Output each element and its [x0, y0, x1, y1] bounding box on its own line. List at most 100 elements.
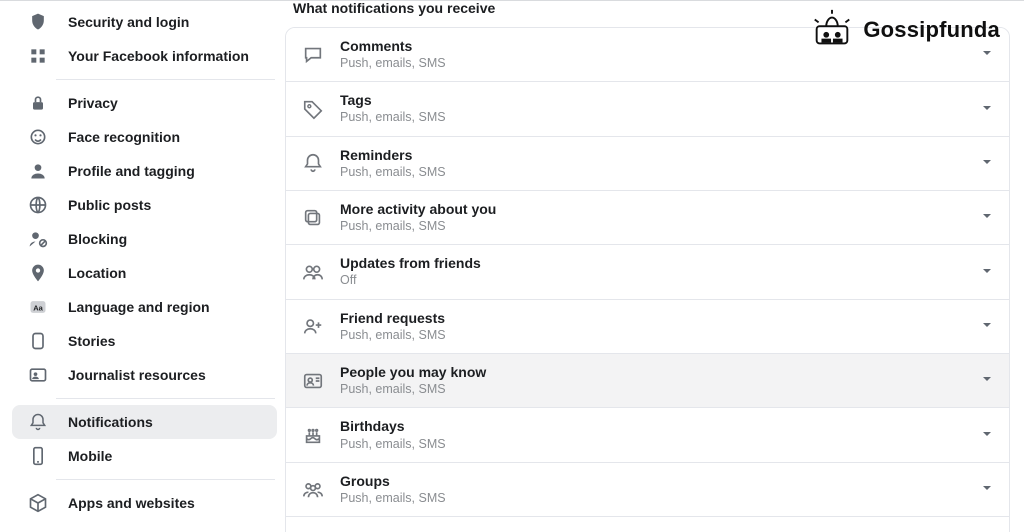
row-text: Friend requestsPush, emails, SMS [340, 310, 965, 343]
row-text: Updates from friendsOff [340, 255, 965, 288]
row-subtitle: Off [340, 272, 965, 288]
chevron-down-icon [979, 154, 995, 173]
sidebar-item-blocking[interactable]: Blocking [12, 222, 277, 256]
sidebar-item-label: Apps and websites [68, 495, 195, 511]
person-card-icon [22, 363, 54, 387]
id-icon [300, 370, 326, 392]
cake-icon [300, 424, 326, 446]
sidebar-item-your-facebook-information[interactable]: Your Facebook information [12, 39, 277, 73]
notification-row-people-you-may-know[interactable]: People you may knowPush, emails, SMS [286, 353, 1009, 407]
row-subtitle: Push, emails, SMS [340, 55, 965, 71]
sidebar-divider [56, 79, 275, 80]
profile-icon [22, 159, 54, 183]
notifications-panel: What notifications you receive CommentsP… [285, 1, 1024, 532]
row-title: Groups [340, 473, 965, 489]
notification-row-friend-requests[interactable]: Friend requestsPush, emails, SMS [286, 299, 1009, 353]
chevron-down-icon [979, 263, 995, 282]
chevron-down-icon [979, 426, 995, 445]
row-text: People you may knowPush, emails, SMS [340, 364, 965, 397]
group-icon [300, 478, 326, 500]
sidebar-item-profile-and-tagging[interactable]: Profile and tagging [12, 154, 277, 188]
sidebar-item-location[interactable]: Location [12, 256, 277, 290]
chevron-down-icon [979, 45, 995, 64]
stack-icon [300, 207, 326, 229]
bell-icon [300, 152, 326, 174]
lock-icon [22, 91, 54, 115]
sidebar-item-notifications[interactable]: Notifications [12, 405, 277, 439]
sidebar-item-label: Privacy [68, 95, 118, 111]
sidebar-item-label: Location [68, 265, 126, 281]
row-subtitle: Push, emails, SMS [340, 490, 965, 506]
notification-row-birthdays[interactable]: Birthdays Push, emails, SMS [286, 407, 1009, 461]
row-subtitle: Push, emails, SMS [340, 327, 965, 343]
sidebar-item-label: Language and region [68, 299, 210, 315]
settings-page: Security and login Your Facebook informat… [0, 0, 1024, 532]
sidebar-item-language-and-region[interactable]: Language and region [12, 290, 277, 324]
sidebar-item-label: Your Facebook information [68, 48, 249, 64]
row-title: People you may know [340, 364, 965, 380]
rect-icon [22, 329, 54, 353]
chevron-down-icon [979, 480, 995, 499]
comment-icon [300, 44, 326, 66]
notification-row-video[interactable]: Video [286, 516, 1009, 532]
sidebar-item-label: Security and login [68, 14, 189, 30]
sidebar-item-apps-and-websites[interactable]: Apps and websites [12, 486, 277, 520]
notification-row-more-activity-about-you[interactable]: More activity about youPush, emails, SMS [286, 190, 1009, 244]
row-subtitle: Push, emails, SMS [340, 109, 965, 125]
aa-icon [22, 295, 54, 319]
row-subtitle: Push, emails, SMS [340, 164, 965, 180]
shield-icon [22, 10, 54, 34]
row-subtitle: Push, emails, SMS [340, 381, 965, 397]
notification-row-updates-from-friends[interactable]: Updates from friendsOff [286, 244, 1009, 298]
sidebar-item-privacy[interactable]: Privacy [12, 86, 277, 120]
cube-icon [22, 491, 54, 515]
phone-icon [22, 444, 54, 468]
settings-sidebar: Security and login Your Facebook informat… [0, 1, 285, 532]
row-title: Tags [340, 92, 965, 108]
row-text: Birthdays Push, emails, SMS [340, 418, 965, 451]
sidebar-item-label: Notifications [68, 414, 153, 430]
sidebar-item-mobile[interactable]: Mobile [12, 439, 277, 473]
face-icon [22, 125, 54, 149]
row-title: Updates from friends [340, 255, 965, 271]
row-title: Comments [340, 38, 965, 54]
sidebar-item-label: Journalist resources [68, 367, 206, 383]
chevron-down-icon [979, 317, 995, 336]
notification-row-reminders[interactable]: RemindersPush, emails, SMS [286, 136, 1009, 190]
bell-icon [22, 410, 54, 434]
sidebar-item-security-and-login[interactable]: Security and login [12, 5, 277, 39]
notification-rows: CommentsPush, emails, SMSTagsPush, email… [285, 27, 1010, 532]
row-text: TagsPush, emails, SMS [340, 92, 965, 125]
sidebar-divider [56, 479, 275, 480]
sidebar-item-label: Stories [68, 333, 115, 349]
notification-row-tags[interactable]: TagsPush, emails, SMS [286, 81, 1009, 135]
notification-row-groups[interactable]: GroupsPush, emails, SMS [286, 462, 1009, 516]
globe-icon [22, 193, 54, 217]
tag-icon [300, 98, 326, 120]
sidebar-item-public-posts[interactable]: Public posts [12, 188, 277, 222]
chevron-down-icon [979, 208, 995, 227]
sidebar-item-stories[interactable]: Stories [12, 324, 277, 358]
row-text: CommentsPush, emails, SMS [340, 38, 965, 71]
row-text: RemindersPush, emails, SMS [340, 147, 965, 180]
sidebar-item-label: Public posts [68, 197, 151, 213]
sidebar-item-label: Mobile [68, 448, 112, 464]
row-subtitle: Push, emails, SMS [340, 436, 965, 452]
pin-icon [22, 261, 54, 285]
sidebar-item-face-recognition[interactable]: Face recognition [12, 120, 277, 154]
sidebar-item-label: Blocking [68, 231, 127, 247]
row-title: Birthdays [340, 418, 965, 434]
row-title: More activity about you [340, 201, 965, 217]
friends-icon [300, 261, 326, 283]
chevron-down-icon [979, 371, 995, 390]
sidebar-item-journalist-resources[interactable]: Journalist resources [12, 358, 277, 392]
sidebar-divider [56, 398, 275, 399]
row-title: Reminders [340, 147, 965, 163]
sidebar-item-label: Face recognition [68, 129, 180, 145]
notification-row-comments[interactable]: CommentsPush, emails, SMS [286, 28, 1009, 81]
grid-icon [22, 44, 54, 68]
row-title: Friend requests [340, 310, 965, 326]
row-subtitle: Push, emails, SMS [340, 218, 965, 234]
chevron-down-icon [979, 100, 995, 119]
user-block-icon [22, 227, 54, 251]
